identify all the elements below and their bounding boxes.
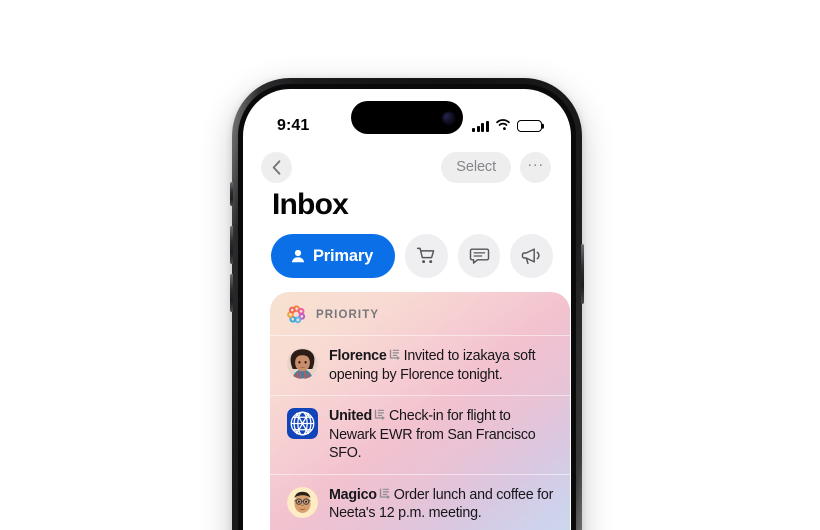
select-button[interactable]: Select xyxy=(441,151,511,183)
phone-screen: 9:41 Select ··· Inbox Primary PRIORITY F… xyxy=(243,89,571,530)
person-icon xyxy=(291,249,305,263)
mail-summary: Florence Invited to izakaya soft opening … xyxy=(329,346,556,384)
tab-updates[interactable] xyxy=(457,234,501,278)
tab-transactions[interactable] xyxy=(405,234,448,278)
united-airlines-logo xyxy=(287,408,318,439)
page-title: Inbox xyxy=(272,188,349,221)
mail-sender: Florence xyxy=(329,348,387,364)
mailbox-tab-bar: Primary xyxy=(271,234,553,278)
megaphone-icon xyxy=(521,248,540,265)
tab-promotions[interactable] xyxy=(510,234,553,278)
screenshot-canvas: 9:41 Select ··· Inbox Primary PRIORITY F… xyxy=(0,0,820,530)
battery-icon xyxy=(517,119,542,133)
florence-photo-avatar xyxy=(287,348,318,379)
status-icons xyxy=(472,117,542,135)
more-options-button[interactable]: ··· xyxy=(520,151,551,183)
front-camera-icon xyxy=(443,112,454,123)
action-button[interactable] xyxy=(230,182,233,206)
mail-row[interactable]: Florence Invited to izakaya soft opening … xyxy=(270,335,570,395)
back-button[interactable] xyxy=(261,151,292,183)
mail-summary: Magico Order lunch and coffee for Neeta's… xyxy=(329,485,556,523)
select-button-label: Select xyxy=(456,159,496,175)
mail-row[interactable]: Magico Order lunch and coffee for Neeta's… xyxy=(270,473,570,530)
dynamic-island[interactable] xyxy=(351,101,463,134)
apple-intelligence-ring-icon xyxy=(287,305,306,324)
iphone-device-frame: 9:41 Select ··· Inbox Primary PRIORITY F… xyxy=(230,78,584,530)
cellular-bars-icon xyxy=(472,120,489,132)
mail-sender: United xyxy=(329,408,372,424)
forward-arrow-icon xyxy=(379,488,390,499)
power-button[interactable] xyxy=(581,244,584,304)
tab-primary-label: Primary xyxy=(313,246,374,265)
cart-icon xyxy=(416,247,435,264)
mail-row[interactable]: United Check-in for flight to Newark EWR … xyxy=(270,395,570,474)
priority-card: PRIORITY Florence Invited to izakaya sof… xyxy=(270,292,570,530)
priority-section-header: PRIORITY xyxy=(270,292,570,335)
volume-up-button[interactable] xyxy=(230,226,233,264)
forward-arrow-icon xyxy=(374,409,385,420)
wifi-icon xyxy=(495,117,511,135)
message-bubble-icon xyxy=(469,248,489,264)
magico-memoji-avatar xyxy=(287,486,318,518)
chevron-left-icon xyxy=(272,159,281,175)
volume-down-button[interactable] xyxy=(230,274,233,312)
mail-sender: Magico xyxy=(329,486,377,503)
tab-primary[interactable]: Primary xyxy=(271,234,396,278)
navigation-bar: Select ··· xyxy=(243,147,571,187)
ellipsis-icon: ··· xyxy=(527,156,544,173)
forward-arrow-icon xyxy=(389,349,400,360)
mail-summary: United Check-in for flight to Newark EWR … xyxy=(329,406,556,463)
priority-section-label: PRIORITY xyxy=(316,308,380,321)
status-time: 9:41 xyxy=(277,117,310,134)
